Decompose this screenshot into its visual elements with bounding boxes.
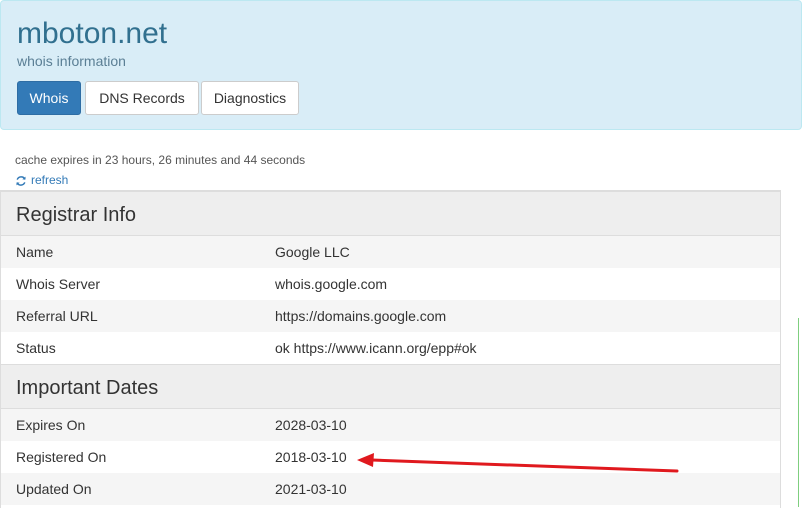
row-label: Referral URL [16, 308, 98, 324]
row-label: Name [16, 244, 54, 260]
row-value: https://domains.google.com [275, 308, 447, 324]
row-label: Expires On [16, 417, 86, 433]
table-row: Expires On 2028-03-10 [1, 409, 780, 441]
header-panel: mboton.net whois information Whois DNS R… [0, 0, 802, 130]
page-subtitle: whois information [17, 53, 126, 69]
table-row: Referral URL https://domains.google.com [1, 300, 780, 332]
table-row: Registered On 2018-03-10 [1, 441, 780, 473]
cache-expiry-text: cache expires in 23 hours, 26 minutes an… [15, 153, 306, 167]
row-value: 2021-03-10 [275, 481, 347, 497]
section-important-dates: Important Dates [1, 364, 780, 409]
section-heading: Registrar Info [16, 204, 137, 226]
row-label: Whois Server [16, 276, 101, 292]
table-row: Status ok https://www.icann.org/epp#ok [1, 332, 780, 364]
refresh-icon [16, 175, 26, 186]
row-value: ok https://www.icann.org/epp#ok [275, 340, 477, 356]
row-value: Google LLC [275, 244, 350, 260]
table-row: Updated On 2021-03-10 [1, 473, 780, 505]
row-value: whois.google.com [275, 276, 388, 292]
table-row: Whois Server whois.google.com [1, 268, 780, 300]
tab-diagnostics[interactable]: Diagnostics [201, 81, 299, 115]
row-value: 2018-03-10 [275, 449, 347, 465]
section-registrar-info: Registrar Info [1, 191, 780, 236]
whois-panel: Registrar Info Name Google LLC Whois Ser… [0, 190, 781, 508]
page-title: mboton.net [17, 17, 168, 50]
table-row: Name Google LLC [1, 236, 780, 268]
tab-whois[interactable]: Whois [17, 81, 81, 115]
row-label: Registered On [16, 449, 107, 465]
refresh-link[interactable]: refresh [15, 173, 68, 188]
tab-dns-records[interactable]: DNS Records [85, 81, 199, 115]
section-heading: Important Dates [16, 377, 159, 399]
scroll-edge-line [798, 318, 799, 507]
row-label: Status [16, 340, 56, 356]
row-label: Updated On [16, 481, 92, 497]
refresh-label: refresh [31, 173, 69, 187]
row-value: 2028-03-10 [275, 417, 347, 433]
